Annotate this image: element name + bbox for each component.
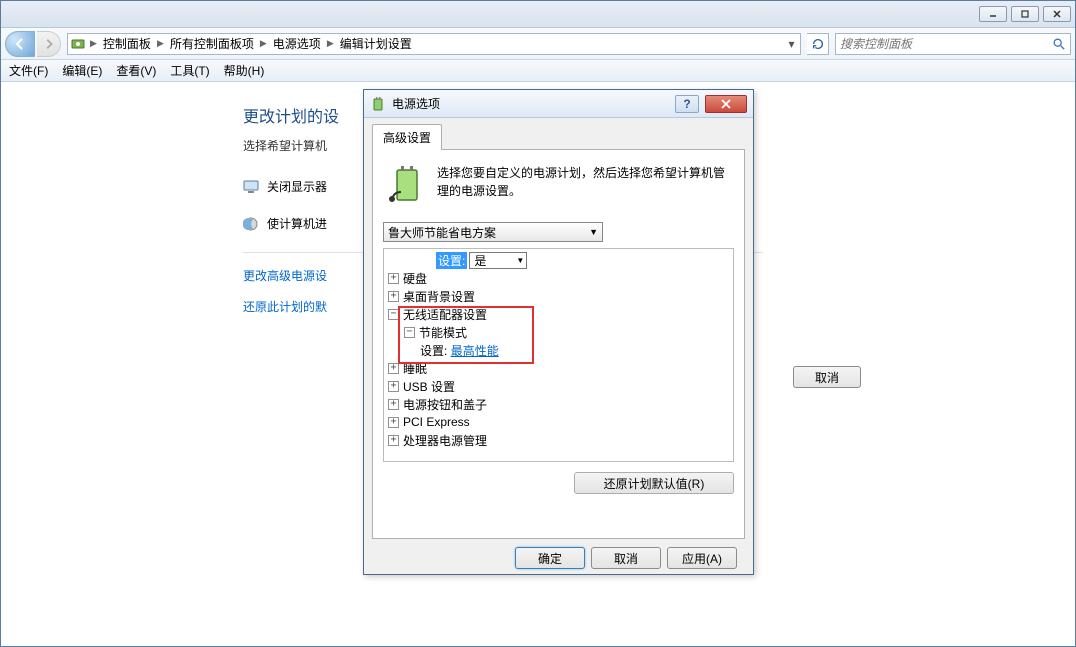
content-left-spacer	[1, 83, 243, 646]
search-icon	[1052, 37, 1066, 51]
arrow-right-icon	[43, 38, 55, 50]
restore-defaults-button[interactable]: 还原计划默认值(R)	[574, 472, 734, 494]
dialog-apply-button[interactable]: 应用(A)	[667, 547, 737, 569]
tree-label: 节能模式	[419, 324, 467, 341]
chevron-down-icon: ▼	[589, 227, 598, 237]
dialog-description: 选择您要自定义的电源计划，然后选择您希望计算机管理的电源设置。	[437, 164, 730, 204]
tree-label: PCI Express	[403, 415, 470, 429]
address-bar[interactable]: ▶ 控制面板 ▶ 所有控制面板项 ▶ 电源选项 ▶ 编辑计划设置 ▾	[67, 33, 801, 55]
crumb-power-options[interactable]: 电源选项	[269, 34, 325, 54]
option-display-label: 关闭显示器	[267, 178, 327, 195]
chevron-down-icon: ▼	[516, 256, 524, 265]
moon-icon	[243, 216, 259, 232]
tree-row-wireless[interactable]: −无线适配器设置	[384, 305, 733, 323]
tree-label: 处理器电源管理	[403, 432, 487, 449]
dialog-titlebar[interactable]: 电源选项 ?	[364, 90, 753, 118]
monitor-icon	[243, 179, 259, 195]
tree-label: USB 设置	[403, 378, 455, 395]
tab-content: 选择您要自定义的电源计划，然后选择您希望计算机管理的电源设置。 鲁大师节能省电方…	[372, 149, 745, 539]
menu-edit[interactable]: 编辑(E)	[62, 62, 102, 79]
dialog-help-button[interactable]: ?	[675, 95, 699, 113]
plan-select-value: 鲁大师节能省电方案	[388, 224, 496, 241]
expand-icon[interactable]: +	[388, 399, 399, 410]
tab-advanced[interactable]: 高级设置	[372, 124, 442, 150]
tree-row-cpu[interactable]: + 处理器电源管理	[384, 431, 733, 449]
tree-label: 无线适配器设置	[403, 306, 487, 323]
plan-select[interactable]: 鲁大师节能省电方案 ▼	[383, 222, 603, 242]
ps-setting-label: 设置:	[420, 342, 447, 359]
menu-bar: 文件(F) 编辑(E) 查看(V) 工具(T) 帮助(H)	[1, 60, 1075, 82]
dialog-cancel-button[interactable]: 取消	[591, 547, 661, 569]
tree-row-hdd[interactable]: + 硬盘	[384, 269, 733, 287]
main-cancel-button[interactable]: 取消	[793, 366, 861, 388]
expand-icon[interactable]: +	[388, 381, 399, 392]
setting-combo-value: 是	[474, 252, 486, 269]
search-box[interactable]	[835, 33, 1071, 55]
search-input[interactable]	[840, 37, 1052, 51]
dialog-header: 选择您要自定义的电源计划，然后选择您希望计算机管理的电源设置。	[383, 160, 734, 208]
menu-view[interactable]: 查看(V)	[116, 62, 156, 79]
tree-row-setting-top[interactable]: 设置: 是 ▼	[384, 251, 733, 269]
close-icon	[720, 99, 732, 109]
tab-strip: 高级设置	[372, 124, 745, 150]
collapse-icon[interactable]: −	[388, 309, 399, 320]
ps-setting-value[interactable]: 最高性能	[451, 342, 499, 359]
tree-row-power-saving-mode[interactable]: −节能模式	[384, 323, 733, 341]
tree-label: 硬盘	[403, 270, 427, 287]
dialog-body: 高级设置 选择您要自定义的电源计划，然后选择您希望计算机管理的电源设置。 鲁大师…	[364, 118, 753, 577]
expand-icon[interactable]: +	[388, 273, 399, 284]
maximize-button[interactable]	[1011, 6, 1039, 22]
crumb-control-panel[interactable]: 控制面板	[99, 34, 155, 54]
crumb-all-items[interactable]: 所有控制面板项	[166, 34, 258, 54]
expand-icon[interactable]: +	[388, 417, 399, 428]
address-dropdown[interactable]: ▾	[782, 34, 800, 54]
crumb-edit-plan[interactable]: 编辑计划设置	[336, 34, 416, 54]
settings-tree[interactable]: 设置: 是 ▼ +硬盘 +桌面背景设置 −无线适配器设置 −节能模式 设置: 最…	[383, 248, 734, 462]
tree-label: 桌面背景设置	[403, 288, 475, 305]
nav-back-button[interactable]	[5, 31, 35, 57]
battery-plug-icon	[387, 164, 427, 204]
menu-file[interactable]: 文件(F)	[9, 62, 48, 79]
tree-row-ps-setting[interactable]: 设置: 最高性能	[384, 341, 733, 359]
refresh-button[interactable]	[807, 33, 829, 55]
dialog-button-row: 确定 取消 应用(A)	[372, 539, 745, 569]
navigation-bar: ▶ 控制面板 ▶ 所有控制面板项 ▶ 电源选项 ▶ 编辑计划设置 ▾	[1, 28, 1075, 60]
menu-help[interactable]: 帮助(H)	[224, 62, 265, 79]
tree-row-desktop-bg[interactable]: + 桌面背景设置	[384, 287, 733, 305]
nav-forward-button[interactable]	[37, 31, 61, 57]
dialog-title: 电源选项	[392, 95, 669, 112]
tree-label: 睡眠	[403, 360, 427, 377]
breadcrumb: ▶ 控制面板 ▶ 所有控制面板项 ▶ 电源选项 ▶ 编辑计划设置	[88, 34, 416, 54]
setting-combo[interactable]: 是 ▼	[469, 252, 527, 269]
menu-tools[interactable]: 工具(T)	[170, 62, 209, 79]
minimize-button[interactable]	[979, 6, 1007, 22]
collapse-icon[interactable]: −	[404, 327, 415, 338]
tree-row-pci[interactable]: + PCI Express	[384, 413, 733, 431]
titlebar	[1, 1, 1075, 28]
main-window: ▶ 控制面板 ▶ 所有控制面板项 ▶ 电源选项 ▶ 编辑计划设置 ▾ 文件(F)…	[0, 0, 1076, 647]
expand-icon[interactable]: +	[388, 363, 399, 374]
arrow-left-icon	[13, 37, 27, 51]
option-sleep-label: 使计算机进	[267, 215, 327, 232]
tree-row-usb[interactable]: + USB 设置	[384, 377, 733, 395]
tree-label: 电源按钮和盖子	[403, 396, 487, 413]
setting-label-selected: 设置:	[436, 252, 467, 269]
chevron-right-icon: ▶	[88, 38, 99, 49]
tree-row-power-button[interactable]: + 电源按钮和盖子	[384, 395, 733, 413]
chevron-right-icon: ▶	[258, 38, 269, 49]
power-icon	[370, 96, 386, 112]
chevron-right-icon: ▶	[155, 38, 166, 49]
expand-icon[interactable]: +	[388, 291, 399, 302]
expand-icon[interactable]: +	[388, 435, 399, 446]
tree-row-sleep[interactable]: + 睡眠	[384, 359, 733, 377]
dialog-ok-button[interactable]: 确定	[515, 547, 585, 569]
dialog-close-button[interactable]	[705, 95, 747, 113]
control-panel-icon	[68, 36, 88, 52]
refresh-icon	[811, 37, 825, 51]
chevron-right-icon: ▶	[325, 38, 336, 49]
power-options-dialog: 电源选项 ? 高级设置 选择您要自定义的电源计划，然后选择您希望计算机管理的电源…	[363, 89, 754, 575]
close-button[interactable]	[1043, 6, 1071, 22]
